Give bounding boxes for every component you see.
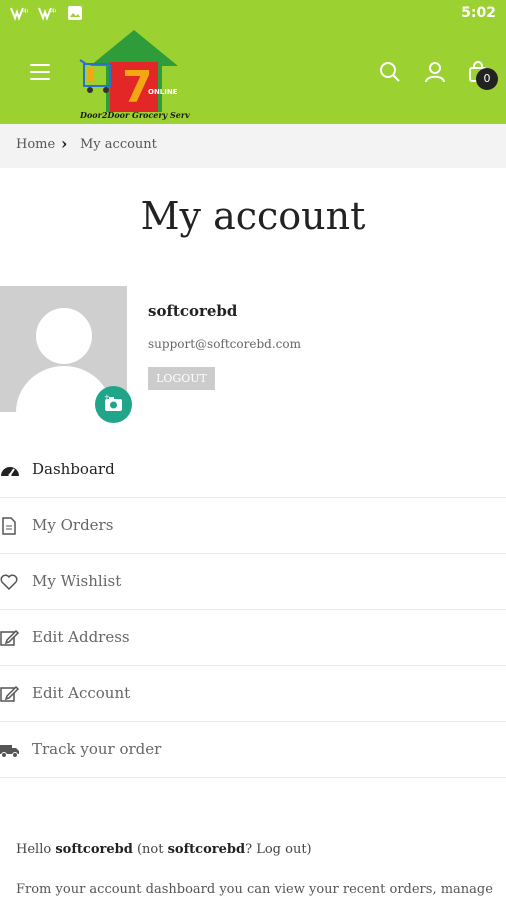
menu-item-label: Dashboard — [32, 460, 115, 478]
breadcrumb: Home › My account — [0, 124, 506, 168]
chevron-right-icon: › — [61, 134, 68, 153]
svg-text:Door2Door Grocery Service: Door2Door Grocery Service — [79, 110, 190, 120]
page-title: My account — [140, 194, 366, 238]
menu-item-edit-account[interactable]: Edit Account — [0, 666, 506, 722]
heart-icon — [0, 574, 18, 591]
svg-text:4G: 4G — [23, 8, 28, 15]
menu-item-track-order[interactable]: Track your order — [0, 722, 506, 778]
app-header: 7 ONLINE Door2Door Grocery Service — [0, 28, 506, 124]
svg-text:4G: 4G — [51, 8, 56, 15]
menu-item-label: Edit Address — [32, 628, 130, 646]
menu-button[interactable] — [30, 64, 50, 80]
search-icon[interactable] — [378, 60, 402, 84]
status-bar: 4G 4G 5:02 — [0, 0, 506, 28]
cart-count-badge: 0 — [476, 68, 498, 90]
camera-icon: + — [104, 393, 122, 411]
account-menu: Dashboard My Orders My Wishlist Edit Add… — [0, 442, 506, 778]
dashboard-description: From your account dashboard you can view… — [16, 882, 493, 897]
clock: 5:02 — [461, 5, 496, 21]
breadcrumb-home[interactable]: Home — [16, 137, 55, 152]
menu-item-label: Edit Account — [32, 684, 131, 702]
menu-item-label: My Orders — [32, 516, 114, 534]
menu-item-orders[interactable]: My Orders — [0, 498, 506, 554]
greeting-username: softcorebd — [55, 842, 133, 857]
svg-text:+: + — [104, 393, 110, 401]
greeting-username-alt: softcorebd — [167, 842, 246, 857]
logout-button[interactable]: LOGOUT — [148, 367, 215, 390]
menu-item-wishlist[interactable]: My Wishlist — [0, 554, 506, 610]
wifi-calling-icon: 4G — [10, 7, 28, 21]
logout-link[interactable]: Log out — [256, 842, 306, 857]
menu-item-dashboard[interactable]: Dashboard — [0, 442, 506, 498]
user-email: support@softcorebd.com — [148, 337, 301, 351]
document-icon — [2, 517, 16, 535]
username: softcorebd — [148, 302, 238, 320]
svg-text:ONLINE: ONLINE — [148, 88, 178, 96]
edit-icon — [0, 629, 20, 646]
user-icon[interactable] — [423, 60, 447, 84]
menu-item-label: My Wishlist — [32, 572, 122, 590]
truck-icon — [0, 745, 19, 758]
menu-item-edit-address[interactable]: Edit Address — [0, 610, 506, 666]
image-icon — [68, 6, 82, 20]
edit-icon — [0, 685, 20, 702]
dashboard-icon — [1, 467, 19, 477]
change-photo-button[interactable]: + — [95, 386, 132, 423]
wifi-calling-icon: 4G — [38, 7, 56, 21]
menu-item-label: Track your order — [32, 740, 162, 758]
store-logo[interactable]: 7 ONLINE Door2Door Grocery Service — [78, 28, 190, 120]
breadcrumb-current: My account — [80, 137, 157, 152]
status-icons: 4G 4G — [10, 5, 84, 21]
greeting-text: Hello softcorebd (not softcorebd? Log ou… — [16, 842, 312, 857]
hamburger-icon — [30, 64, 50, 66]
